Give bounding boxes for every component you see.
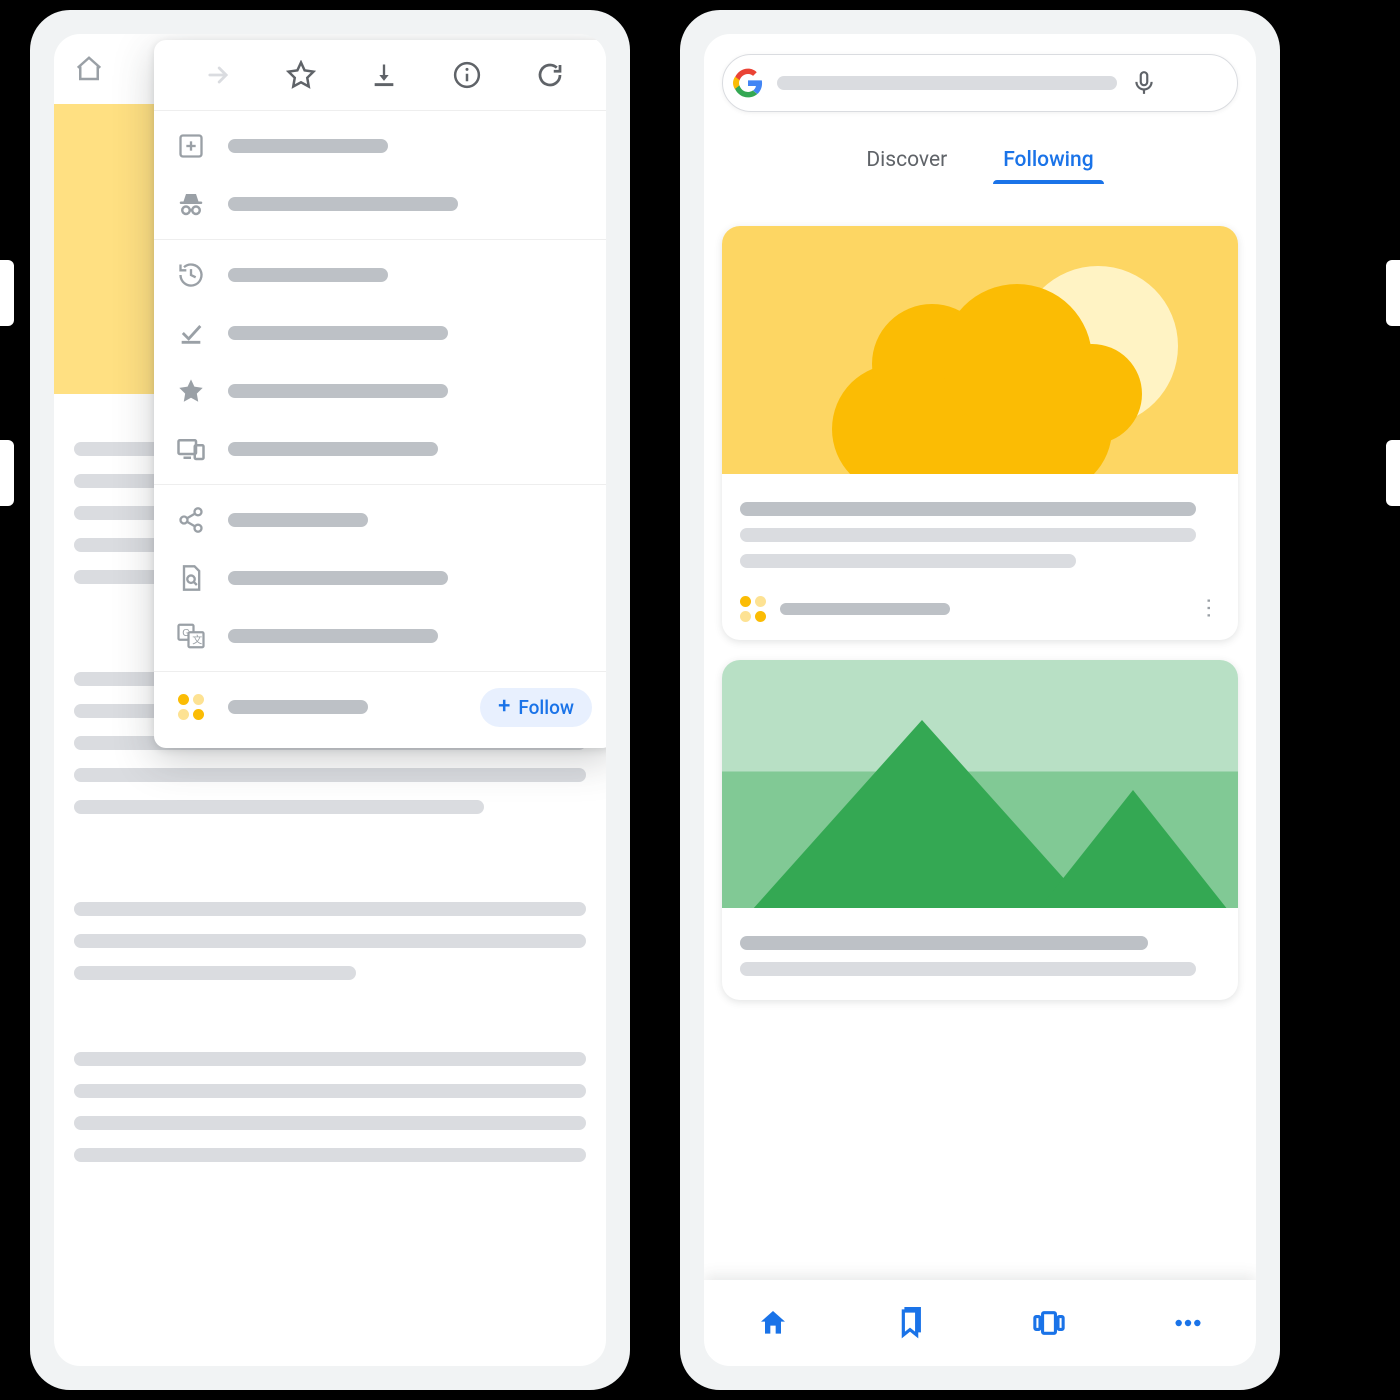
card-text-line [740,528,1196,542]
menu-item-bookmarks[interactable] [154,362,606,420]
menu-item-label [228,571,448,585]
hill-icon [1038,790,1228,908]
follow-chip[interactable]: + Follow [480,688,592,727]
device-left: G文 + Follow [30,10,630,1390]
google-logo-icon [733,68,763,98]
card-footer: ⋯ [722,592,1238,640]
site-favicon-icon [176,694,206,720]
downloads-done-icon [176,319,206,347]
menu-item-downloads[interactable] [154,304,606,362]
edge-accent [1386,440,1400,506]
feed-tabs: Discover Following [704,138,1256,182]
edge-accent [0,440,14,506]
screen-left: G文 + Follow [54,34,606,1366]
star-icon[interactable] [286,60,316,90]
menu-item-label [228,629,438,643]
search-placeholder [777,76,1117,90]
incognito-icon [176,189,206,219]
home-icon[interactable] [74,54,104,84]
card-body [722,908,1238,1000]
menu-item-history[interactable] [154,246,606,304]
menu-item-label [228,197,458,211]
nav-more-icon[interactable] [1172,1307,1204,1339]
menu-item-label [228,326,448,340]
reload-icon[interactable] [535,60,565,90]
menu-item-label [228,268,388,282]
star-filled-icon [176,377,206,405]
cloud-icon [1042,344,1142,444]
stage: G文 + Follow [0,0,1400,1400]
menu-item-recent-tabs[interactable] [154,420,606,478]
menu-item-translate[interactable]: G文 [154,607,606,665]
menu-quick-actions [154,40,606,111]
nav-home-icon[interactable] [757,1307,789,1339]
menu-section: G文 [154,485,606,672]
menu-item-label [228,384,448,398]
screen-right: Discover Following [704,34,1256,1366]
share-icon [176,506,206,534]
card-title-line [740,936,1148,950]
source-name [780,603,950,615]
translate-icon: G文 [176,621,206,651]
tab-following[interactable]: Following [999,138,1097,182]
menu-section [154,111,606,240]
menu-item-follow-site[interactable]: + Follow [154,678,606,736]
menu-item-label [228,513,368,527]
menu-item-find-in-page[interactable] [154,549,606,607]
nav-bookmarks-icon[interactable] [894,1307,926,1339]
new-tab-icon [176,132,206,160]
nav-tabs-icon[interactable] [1031,1307,1067,1339]
card-title-line [740,502,1196,516]
find-in-page-icon [176,564,206,592]
menu-item-label [228,442,438,456]
info-icon[interactable] [452,60,482,90]
feed-card[interactable] [722,660,1238,1000]
feed[interactable]: ⋯ [704,206,1256,1280]
devices-icon [176,434,206,464]
svg-text:文: 文 [192,634,202,647]
card-body [722,474,1238,592]
forward-icon[interactable] [204,61,232,89]
menu-item-label [228,139,388,153]
card-image [722,226,1238,474]
page-paragraph [74,1034,586,1180]
bottom-nav [704,1280,1256,1366]
card-text-line [740,554,1076,568]
mic-icon[interactable] [1131,70,1157,96]
menu-item-share[interactable] [154,491,606,549]
tab-discover[interactable]: Discover [862,138,951,182]
menu-item-incognito[interactable] [154,175,606,233]
menu-item-label [228,700,368,714]
search-bar[interactable] [722,54,1238,112]
overflow-menu: G文 + Follow [154,40,606,748]
download-icon[interactable] [370,61,398,89]
feed-card[interactable]: ⋯ [722,226,1238,640]
edge-accent [1386,260,1400,326]
menu-section [154,240,606,485]
page-paragraph [74,884,586,998]
source-favicon-icon [740,596,766,622]
card-image [722,660,1238,908]
follow-chip-label: Follow [518,696,574,719]
edge-accent [0,260,14,326]
menu-item-new-tab[interactable] [154,117,606,175]
card-text-line [740,962,1196,976]
menu-section-follow: + Follow [154,672,606,742]
history-icon [176,261,206,289]
device-right: Discover Following [680,10,1280,1390]
